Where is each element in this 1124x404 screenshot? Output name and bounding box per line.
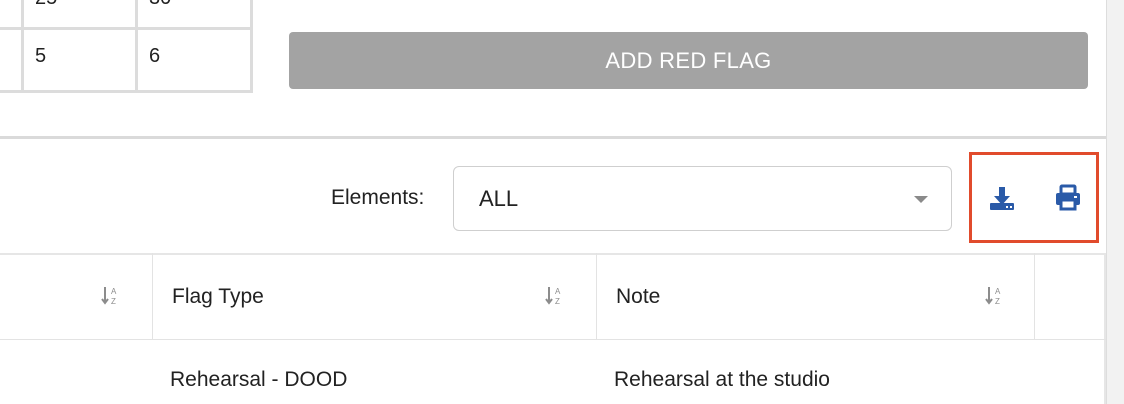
- grid-cell: 25: [35, 0, 57, 10]
- table-cell-flag-type: Rehearsal - DOOD: [170, 368, 348, 391]
- sort-az-icon[interactable]: A Z: [100, 284, 122, 306]
- red-flags-table: [0, 253, 1106, 404]
- print-button[interactable]: [1051, 181, 1085, 215]
- grid-line: [0, 27, 253, 30]
- download-button[interactable]: [985, 181, 1019, 215]
- download-icon: [990, 187, 1014, 210]
- svg-text:Z: Z: [555, 297, 560, 306]
- column-divider: [596, 253, 597, 340]
- sort-az-icon[interactable]: A Z: [984, 284, 1006, 306]
- elements-filter-label: Elements:: [331, 186, 425, 209]
- vertical-scrollbar[interactable]: [1106, 0, 1124, 404]
- page: 25 30 5 6 ADD RED FLAG Elements: ALL: [0, 0, 1124, 404]
- grid-cell: 5: [35, 45, 47, 67]
- grid-line: [135, 0, 138, 93]
- add-red-flag-button[interactable]: ADD RED FLAG: [289, 32, 1088, 89]
- svg-text:Z: Z: [995, 297, 1000, 306]
- grid-line: [250, 0, 253, 93]
- column-divider: [1034, 253, 1035, 340]
- elements-select-value: ALL: [479, 186, 519, 211]
- print-icon: [1056, 184, 1080, 211]
- svg-text:A: A: [111, 287, 117, 296]
- table-cell-note: Rehearsal at the studio: [614, 368, 830, 391]
- grid-line: [0, 90, 253, 93]
- section-divider: [0, 136, 1106, 139]
- column-divider: [152, 253, 153, 340]
- column-header-flag-type[interactable]: Flag Type: [172, 285, 264, 309]
- mini-grid: 25 30 5 6: [0, 0, 253, 93]
- grid-cell: 30: [149, 0, 171, 10]
- column-header-note[interactable]: Note: [616, 285, 660, 309]
- chevron-down-icon: [914, 196, 928, 203]
- svg-text:A: A: [555, 287, 561, 296]
- grid-line: [21, 0, 24, 93]
- svg-text:Z: Z: [111, 297, 116, 306]
- sort-az-icon[interactable]: A Z: [544, 284, 566, 306]
- elements-select[interactable]: ALL: [453, 166, 952, 231]
- grid-cell: 6: [149, 45, 161, 67]
- header-divider: [0, 339, 1106, 340]
- svg-text:A: A: [995, 287, 1001, 296]
- export-actions-highlight: [969, 152, 1099, 243]
